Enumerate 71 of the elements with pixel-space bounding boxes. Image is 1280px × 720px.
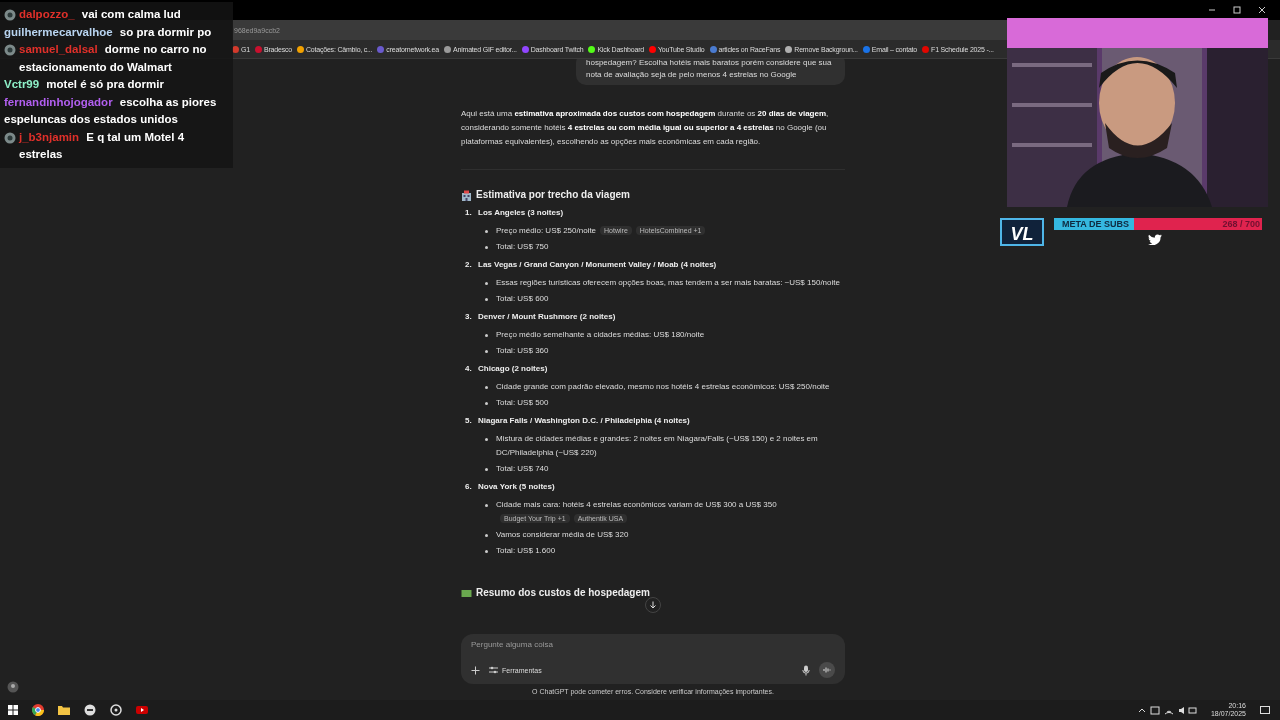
bullet-icon: [485, 246, 488, 249]
restore-icon[interactable]: [1233, 6, 1241, 14]
sliders-icon: [489, 666, 498, 674]
bullet-icon: [485, 386, 488, 389]
browser-icon[interactable]: [32, 704, 44, 716]
profile-icon[interactable]: [7, 681, 19, 693]
minimize-icon[interactable]: [1208, 6, 1216, 14]
bullet-text: Preço médio: US$ 250/noite: [496, 226, 597, 235]
user-message: hospedagem? Escolha hotéis mais baratos porém considere que sua nota de avaliação seja de pelo menos 4 estrelas no Google: [576, 59, 845, 85]
chat-message: fernandinhojogador escolha as piores espeluncas dos estados unidos: [4, 94, 218, 127]
chat-message: j_b3njamin E q tal um Motel 4 estrelas: [19, 129, 186, 162]
bullet-text: Cidade grande com padrão elevado, mesmo nos hotéis 4 estrelas econômicos: US$ 250/noite: [496, 382, 830, 391]
leg-title: Chicago (2 noites): [478, 363, 548, 375]
bullet-text: Mistura de cidades médias e grandes: 2 noites em Niagara/Falls (~US$ 150) e 2 noites em DC/Philadelphia (~US$ 220): [496, 434, 818, 457]
bullet-text: Total: US$ 600: [496, 294, 549, 303]
leg-title: Las Vegas / Grand Canyon / Monument Valley / Moab (4 noites): [478, 259, 717, 271]
bullet-text: Essas regiões turísticas oferecem opções boas, mas tendem a ser mais baratas: ~US$ 150/noite: [496, 278, 840, 287]
channel-logo: VL: [1000, 218, 1044, 246]
leg-title: Niagara Falls / Washington D.C. / Philadelphia (4 noites): [478, 415, 690, 427]
section-heading: Estimativa por trecho da viagem: [476, 188, 630, 202]
bullet-text: Total: US$ 740: [496, 464, 549, 473]
leg-title: Denver / Mount Rushmore (2 noites): [478, 311, 616, 323]
app-icon[interactable]: [84, 704, 96, 716]
list-number: 2.: [465, 259, 473, 271]
app-icon[interactable]: [110, 704, 122, 716]
bullet-text: Total: US$ 1.600: [496, 546, 556, 555]
list-number: 1.: [465, 207, 473, 219]
bullet-icon: [485, 468, 488, 471]
bullet-icon: [485, 334, 488, 337]
notification-icon[interactable]: [1260, 705, 1270, 715]
bullet-icon: [485, 534, 488, 537]
bullet-text: Cidade mais cara: hotéis 4 estrelas econômicos variam de US$ 300 a US$ 350: [496, 500, 777, 509]
bullet-text: Total: US$ 750: [496, 242, 549, 251]
close-icon[interactable]: [1258, 6, 1266, 14]
chat-message: Vctr99 motel é só pra dormir: [4, 77, 164, 92]
chat-message: dalpozzo_ vai com calma lud: [19, 7, 181, 22]
section-heading: Resumo dos custos de hospedagem: [476, 586, 650, 600]
prompt-field[interactable]: Pergunte alguma coisa: [471, 640, 835, 649]
money-icon: [461, 588, 472, 598]
voice-mode-button[interactable]: [819, 662, 835, 678]
leg-title: Los Angeles (3 noites): [478, 207, 564, 219]
leg-title: Nova York (5 noites): [478, 481, 555, 493]
bullet-icon: [485, 230, 488, 233]
folder-icon[interactable]: [58, 705, 70, 715]
hotel-icon: [461, 189, 472, 201]
list-number: 4.: [465, 363, 473, 375]
list-number: 5.: [465, 415, 473, 427]
chat-message: guilhermecarvalhoe so pra dormir po: [4, 24, 212, 40]
plus-icon[interactable]: [471, 665, 480, 675]
goal-label: META DE SUBS: [1062, 218, 1129, 230]
scroll-down-button[interactable]: [645, 597, 661, 613]
windows-start-icon[interactable]: [8, 705, 18, 715]
microphone-icon[interactable]: [802, 664, 810, 676]
bullet-icon: [485, 438, 488, 441]
bullet-text: Total: US$ 500: [496, 398, 549, 407]
bullet-text: Preço médio semelhante a cidades médias: US$ 180/noite: [496, 330, 705, 339]
tray-icons[interactable]: [1136, 705, 1197, 715]
bullet-icon: [485, 402, 488, 405]
answer-paragraph: Aqui está uma estimativa aproximada dos custos com hospedagem durante os 20 dias de viagem, considerando somente hotéis 4 estrelas ou com média igual ou superior a 4 estrelas no Google (ou plataformas equivalentes), escolhendo as opções mais econômicas em cada região.: [461, 108, 830, 148]
bullet-icon: [485, 298, 488, 301]
goal-count: 268 / 700: [1222, 218, 1260, 230]
bullet-icon: [485, 550, 488, 553]
bullet-icon: [485, 350, 488, 353]
bullet-text: Total: US$ 360: [496, 346, 549, 355]
app-icon[interactable]: [136, 705, 148, 715]
bird-icon: [1148, 234, 1162, 245]
list-number: 6.: [465, 481, 473, 493]
bullet-text: Vamos considerar média de US$ 320: [496, 530, 629, 539]
bullet-icon: [485, 282, 488, 285]
list-number: 3.: [465, 311, 473, 323]
bullet-icon: [485, 504, 488, 507]
